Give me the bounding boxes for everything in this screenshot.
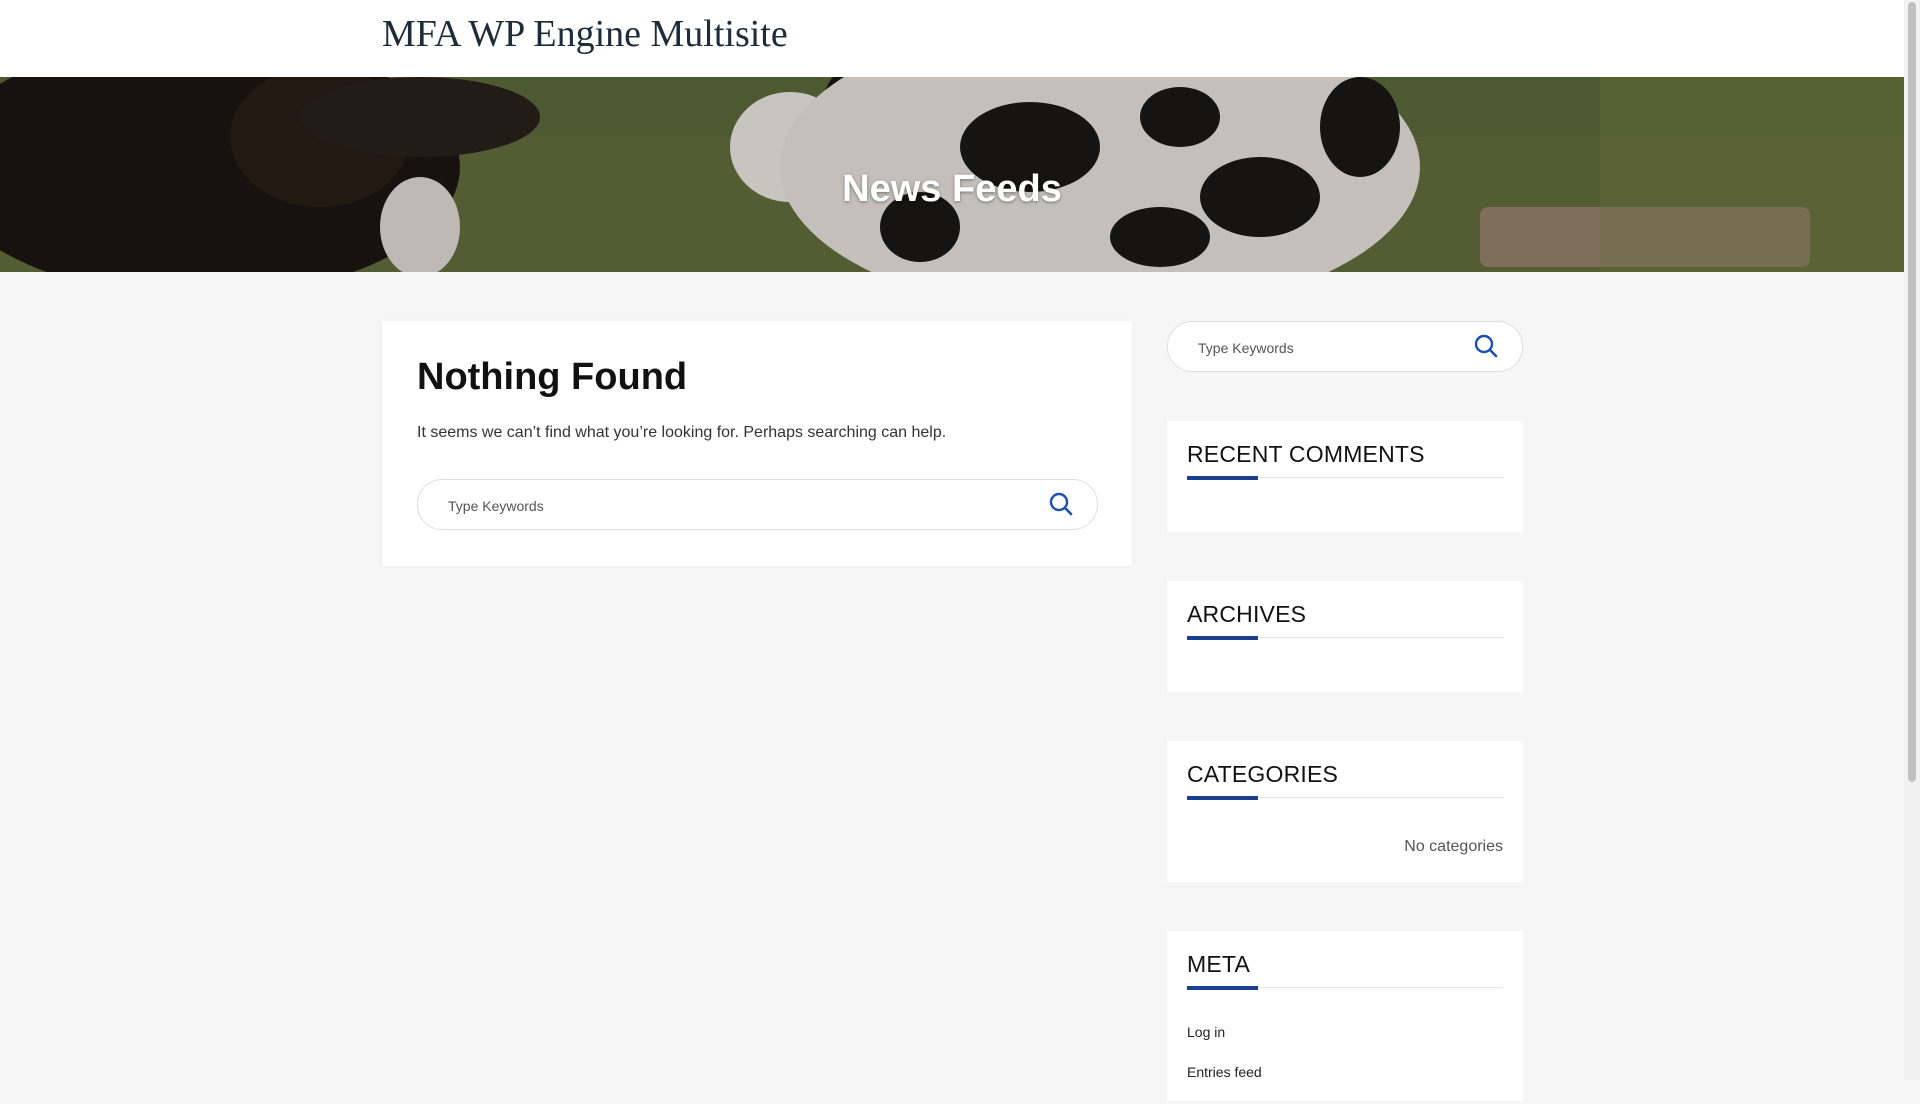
widget-title: CATEGORIES (1187, 761, 1339, 787)
nothing-found-heading: Nothing Found (417, 356, 688, 398)
widget-title: META (1187, 951, 1250, 977)
page-title: News Feeds (842, 168, 1062, 211)
site-header: MFA WP Engine Multisite (0, 0, 1904, 77)
entries-feed-link[interactable]: Entries feed (1187, 1064, 1262, 1080)
sidebar-search-form (1167, 321, 1523, 373)
hero-banner: News Feeds (0, 77, 1904, 272)
widget-accent-bar (1187, 986, 1258, 990)
no-categories-text: No categories (1404, 838, 1503, 855)
widget-title: RECENT COMMENTS (1187, 441, 1425, 467)
meta-links-list: Log in Entries feed (1187, 1024, 1262, 1104)
meta-widget: META Log in Entries feed (1167, 931, 1523, 1101)
sidebar-search-input[interactable] (1196, 322, 1466, 373)
main-search-form (417, 479, 1098, 531)
nothing-found-message: It seems we can’t find what you’re looki… (417, 424, 947, 441)
sidebar-search-button[interactable] (1472, 333, 1500, 361)
widget-accent-bar (1187, 796, 1258, 800)
site-title-link[interactable]: MFA WP Engine Multisite (382, 12, 788, 56)
widget-title: ARCHIVES (1187, 601, 1307, 627)
categories-widget: CATEGORIES No categories (1167, 741, 1523, 882)
no-results-card: Nothing Found It seems we can’t find wha… (382, 321, 1132, 566)
scrollbar-thumb[interactable] (1908, 2, 1916, 782)
vertical-scrollbar[interactable] (1904, 0, 1920, 1080)
recent-comments-widget: RECENT COMMENTS (1167, 421, 1523, 532)
search-icon (1049, 492, 1073, 515)
main-search-input[interactable] (446, 480, 960, 531)
archives-widget: ARCHIVES (1167, 581, 1523, 692)
search-icon (1474, 334, 1498, 357)
widget-accent-bar (1187, 476, 1258, 480)
main-search-button[interactable] (1047, 491, 1075, 519)
widget-accent-bar (1187, 636, 1258, 640)
list-item: Log in (1187, 1024, 1262, 1064)
list-item: Entries feed (1187, 1064, 1262, 1104)
log-in-link[interactable]: Log in (1187, 1024, 1225, 1040)
